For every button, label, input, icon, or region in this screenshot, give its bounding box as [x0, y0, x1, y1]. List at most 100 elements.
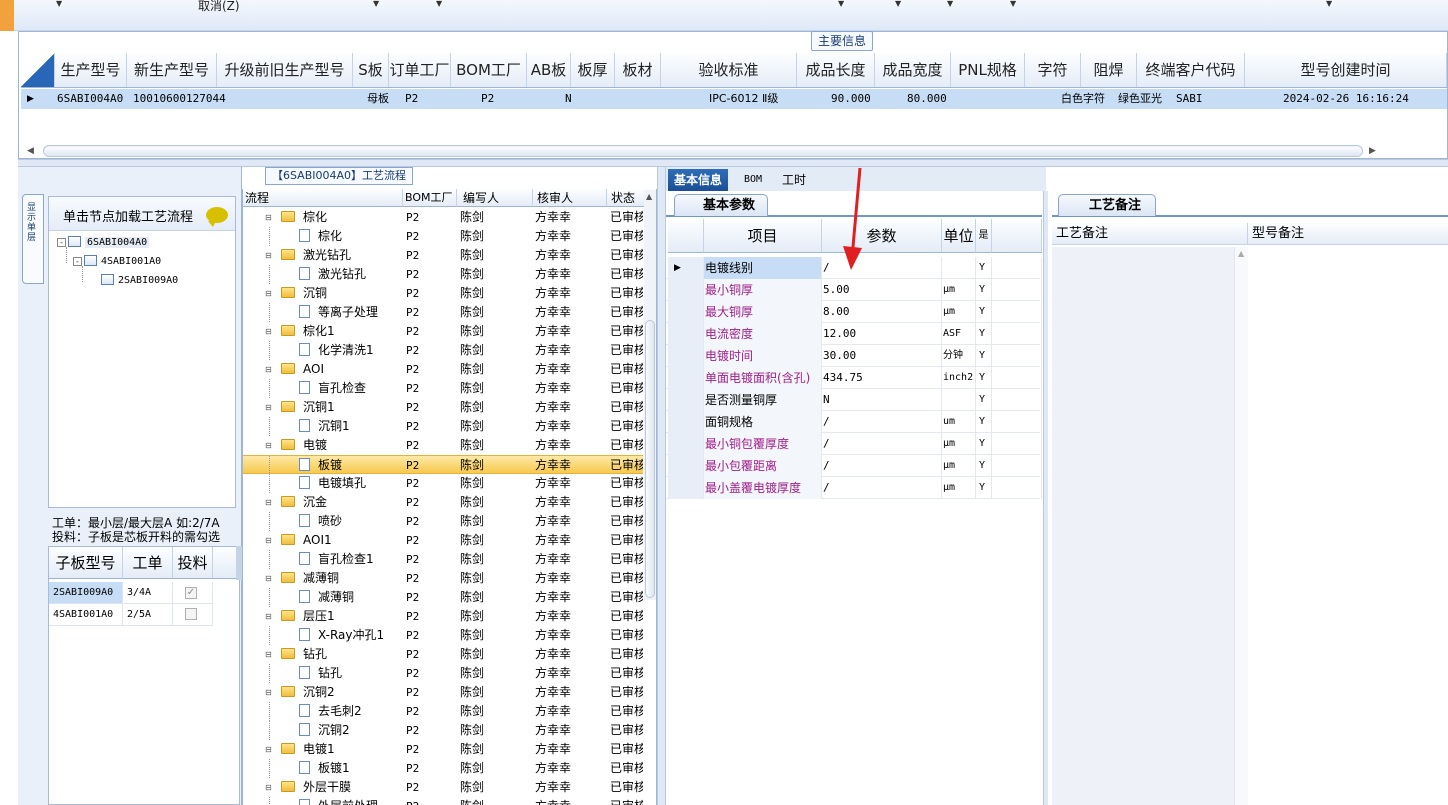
table-row[interactable]: 电镀填孔 P2 陈剑 方幸幸 已审核	[243, 474, 643, 493]
table-cell[interactable]: IPC-6012 Ⅱ级	[709, 89, 778, 109]
table-row[interactable]: 板镀1 P2 陈剑 方幸幸 已审核	[243, 759, 643, 778]
table-row[interactable]: 喷砂 P2 陈剑 方幸幸 已审核	[243, 512, 643, 531]
param-value[interactable]: /	[822, 411, 942, 433]
table-row[interactable]: 最小铜包覆厚度 / μm Y	[666, 433, 1042, 455]
table-row[interactable]: 去毛刺2 P2 陈剑 方幸幸 已审核	[243, 702, 643, 721]
tab-bom[interactable]: BOM	[738, 169, 768, 191]
remarks-tab[interactable]: 工艺备注	[1058, 194, 1157, 216]
scroll-left-icon[interactable]: ◀	[27, 146, 34, 156]
collapse-icon[interactable]: ⊟	[265, 740, 272, 759]
column-header[interactable]: 字符	[1025, 53, 1081, 87]
model-remark-textarea[interactable]	[1250, 247, 1448, 805]
table-row[interactable]: 面铜规格 / um Y	[666, 411, 1042, 433]
table-cell[interactable]: P2	[405, 89, 418, 109]
select-all-corner[interactable]	[21, 53, 55, 87]
table-row[interactable]: ⊟ 电镀 P2 陈剑 方幸幸 已审核	[243, 436, 643, 455]
scroll-up-icon[interactable]: ▲	[646, 192, 652, 201]
column-header[interactable]: 生产型号	[55, 53, 127, 87]
table-row[interactable]: ⊟ AOI P2 陈剑 方幸幸 已审核	[243, 360, 643, 379]
table-row[interactable]: ⊟ 层压1 P2 陈剑 方幸幸 已审核	[243, 607, 643, 626]
vertical-scrollbar[interactable]: ▲	[644, 190, 656, 600]
column-header[interactable]: 是	[976, 219, 992, 253]
param-value[interactable]: 434.75	[822, 367, 942, 389]
collapse-icon[interactable]: -	[73, 257, 82, 266]
column-header[interactable]: 板厚	[571, 53, 615, 87]
dropdown-arrow-icon[interactable]: ▼	[373, 0, 379, 8]
param-value[interactable]: N	[822, 389, 942, 411]
remark-column-header[interactable]: 工艺备注	[1052, 223, 1248, 245]
param-value[interactable]: /	[822, 433, 942, 455]
table-row[interactable]: ⊟ 减薄铜 P2 陈剑 方幸幸 已审核	[243, 569, 643, 588]
collapse-icon[interactable]: ⊟	[265, 284, 272, 303]
table-row[interactable]: ⊟ 钻孔 P2 陈剑 方幸幸 已审核	[243, 645, 643, 664]
column-header[interactable]: 订单工厂	[389, 53, 451, 87]
dropdown-arrow-icon[interactable]: ▼	[947, 0, 953, 8]
table-row[interactable]: 等离子处理 P2 陈剑 方幸幸 已审核	[243, 303, 643, 322]
table-cell[interactable]: P2	[481, 89, 494, 109]
param-value[interactable]: 12.00	[822, 323, 942, 345]
table-row[interactable]: ⊟ 沉铜1 P2 陈剑 方幸幸 已审核	[243, 398, 643, 417]
table-cell[interactable]: 4SABI001A0	[49, 604, 123, 626]
column-header[interactable]: BOM工厂	[451, 53, 527, 87]
table-cell[interactable]: ✓	[173, 582, 213, 604]
collapse-icon[interactable]: ⊟	[265, 645, 272, 664]
table-row[interactable]: ⊟ 外层干膜 P2 陈剑 方幸幸 已审核	[243, 778, 643, 797]
table-row[interactable]: ⊟ 电镀1 P2 陈剑 方幸幸 已审核	[243, 740, 643, 759]
collapse-icon[interactable]: ⊟	[265, 208, 272, 227]
table-row[interactable]: ⊟ AOI1 P2 陈剑 方幸幸 已审核	[243, 531, 643, 550]
table-row[interactable]: 是否测量铜厚 N Y	[666, 389, 1042, 411]
column-header[interactable]: 验收标准	[661, 53, 797, 87]
remark-scrollbar[interactable]: ▲	[1234, 247, 1248, 805]
column-header[interactable]: PNL规格	[951, 53, 1025, 87]
table-row[interactable]: 外层前处理 P2 陈剑 方幸幸 已审核	[243, 797, 643, 805]
param-value[interactable]: 5.00	[822, 279, 942, 301]
table-row[interactable]: ⊟ 激光钻孔 P2 陈剑 方幸幸 已审核	[243, 246, 643, 265]
column-header[interactable]: 编写人	[457, 189, 533, 207]
column-header[interactable]: 工单	[123, 547, 173, 579]
collapse-icon[interactable]: ⊟	[265, 322, 272, 341]
side-tab[interactable]: 显示单层	[22, 194, 44, 284]
process-remark-textarea[interactable]	[1052, 247, 1234, 805]
table-row[interactable]: 沉铜2 P2 陈剑 方幸幸 已审核	[243, 721, 643, 740]
table-row[interactable]: 电流密度 12.00 ASF Y	[666, 323, 1042, 345]
collapse-icon[interactable]: -	[57, 238, 66, 247]
column-header[interactable]: 单位	[942, 219, 976, 253]
table-row[interactable]: 钻孔 P2 陈剑 方幸幸 已审核	[243, 664, 643, 683]
table-row[interactable]: 盲孔检查1 P2 陈剑 方幸幸 已审核	[243, 550, 643, 569]
collapse-icon[interactable]: ⊟	[265, 569, 272, 588]
table-cell[interactable]: 2/5A	[123, 604, 173, 626]
table-row[interactable]: 最小盖覆电镀厚度 / μm Y	[666, 477, 1042, 499]
collapse-icon[interactable]: ⊟	[265, 493, 272, 512]
column-header[interactable]: 子板型号	[49, 547, 123, 579]
dropdown-arrow-icon[interactable]: ▼	[838, 0, 844, 8]
collapse-icon[interactable]: ⊟	[265, 607, 272, 626]
collapse-icon[interactable]: ⊟	[265, 360, 272, 379]
table-cell[interactable]	[173, 604, 213, 626]
column-header[interactable]: 终端客户代码	[1137, 53, 1245, 87]
tree-node[interactable]: 2SABI009A0	[101, 273, 178, 289]
column-header[interactable]: 流程	[243, 189, 403, 207]
table-cell[interactable]: SABI	[1176, 89, 1203, 109]
param-value[interactable]: /	[822, 477, 942, 499]
table-cell[interactable]: 绿色亚光	[1118, 89, 1162, 109]
dropdown-arrow-icon[interactable]: ▼	[1326, 0, 1332, 8]
table-row[interactable]: 棕化 P2 陈剑 方幸幸 已审核	[243, 227, 643, 246]
param-value[interactable]: 30.00	[822, 345, 942, 367]
table-cell[interactable]: 2SABI009A0	[49, 582, 123, 604]
horizontal-splitter[interactable]	[18, 159, 1448, 167]
basic-params-tab[interactable]: 基本参数	[674, 194, 769, 216]
remark-column-header[interactable]: 型号备注	[1248, 223, 1448, 245]
param-value[interactable]: 8.00	[822, 301, 942, 323]
table-cell[interactable]: 2024-02-26 16:16:24	[1283, 89, 1409, 109]
table-cell[interactable]: 10010600127044	[133, 89, 226, 109]
table-row[interactable]: ⊟ 棕化 P2 陈剑 方幸幸 已审核	[243, 208, 643, 227]
table-cell[interactable]: 3/4A	[123, 582, 173, 604]
table-cell[interactable]: N	[565, 89, 572, 109]
param-value[interactable]: /	[822, 455, 942, 477]
feed-checkbox[interactable]	[185, 608, 197, 620]
table-cell[interactable]: 母板	[367, 89, 389, 109]
collapse-icon[interactable]: ⊟	[265, 778, 272, 797]
column-header[interactable]: BOM工厂	[403, 189, 457, 207]
table-row[interactable]: 盲孔检查 P2 陈剑 方幸幸 已审核	[243, 379, 643, 398]
dropdown-arrow-icon[interactable]: ▼	[56, 0, 62, 8]
